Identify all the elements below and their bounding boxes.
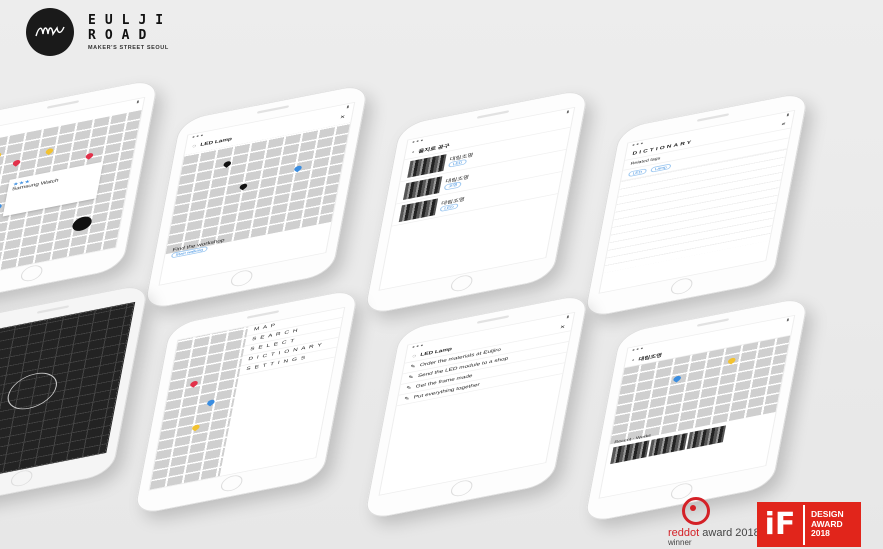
place-card-title: Samsung Watch <box>11 178 59 193</box>
home-button <box>449 478 474 499</box>
if-logo: iF <box>757 504 805 545</box>
hand-icon[interactable] <box>71 215 93 233</box>
tool-icon: ✎ <box>405 385 412 392</box>
bulb-icon: ◌ <box>411 353 417 359</box>
phone-splash <box>0 282 150 511</box>
map-pin[interactable] <box>0 151 3 160</box>
home-button <box>669 276 694 297</box>
phone-steps: ● ● ● ▮ ◌ LED Lamp ✕ ✎ Order the materials a… <box>363 292 590 521</box>
map-pin[interactable] <box>84 152 95 160</box>
phone-showcase: ● ● ●▮ ★★★ Samsung Watch <box>0 0 883 549</box>
phone-list: ● ● ● ▮ ‹ 을지로 공구 대림조명 LED 대림조명 조명 대림조명 LED <box>363 87 590 316</box>
map-pin[interactable] <box>0 203 4 211</box>
map-pin[interactable] <box>726 356 738 365</box>
map-pin[interactable] <box>190 423 202 432</box>
map-pin[interactable] <box>222 160 233 168</box>
phone-menu: M A P S E A R C H S E L E C T D I C T I … <box>133 287 360 516</box>
map-pin[interactable] <box>205 398 217 407</box>
if-design-award-badge: iF DESIGN AWARD 2018 <box>757 502 861 547</box>
home-button <box>229 268 254 289</box>
close-icon[interactable]: ✕ <box>339 114 345 121</box>
home-button <box>219 473 244 494</box>
map-pin[interactable] <box>671 374 683 383</box>
reddot-icon <box>682 497 710 525</box>
close-icon[interactable]: ✕ <box>559 324 565 331</box>
phone-map-route: ● ● ● ▮ ◌ LED Lamp ✕ Find the workshop St… <box>143 82 370 311</box>
home-button <box>449 273 474 294</box>
place-card[interactable]: ★★★ Samsung Watch <box>2 161 104 217</box>
shop-thumbnail <box>398 198 439 223</box>
tool-icon: ✎ <box>407 375 414 381</box>
splash-logo <box>4 368 61 414</box>
back-icon[interactable]: ‹ <box>632 358 635 363</box>
current-location-pin[interactable] <box>292 164 304 173</box>
map-pin[interactable] <box>238 182 249 191</box>
home-button <box>19 263 44 284</box>
back-icon[interactable]: ‹ <box>412 150 415 155</box>
tool-icon: ✎ <box>403 396 410 402</box>
map-view[interactable]: ★★★ Samsung Watch <box>0 110 142 280</box>
bulb-icon: ◌ <box>191 143 197 149</box>
phone-map-colored: ● ● ●▮ ★★★ Samsung Watch <box>0 77 160 306</box>
home-button <box>9 468 34 489</box>
map-pin[interactable] <box>188 380 200 388</box>
map-pin[interactable] <box>11 159 22 167</box>
menu-icon[interactable]: ≡ <box>781 122 786 127</box>
phone-dictionary: ● ● ● ▮ DICTIONARY ≡ Related tags LED Lamp <box>583 90 810 319</box>
map-pin[interactable] <box>44 147 55 155</box>
reddot-award-badge: reddot award 2018 winner <box>668 497 760 547</box>
phone-detail: ● ● ● ▮ ‹ 대림조명 Recent · Works <box>583 295 810 524</box>
tool-icon: ✎ <box>409 364 416 370</box>
